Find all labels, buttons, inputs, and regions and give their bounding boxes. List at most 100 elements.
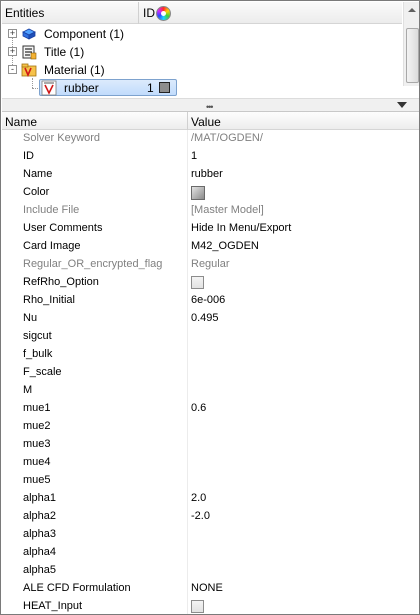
component-icon — [22, 28, 36, 40]
splitter-grip-icon[interactable]: ••• — [206, 102, 214, 112]
property-name: mue2 — [23, 420, 51, 432]
property-row[interactable]: mue3 — [2, 436, 419, 454]
property-name: alpha2 — [23, 510, 57, 522]
tree-item-label: Title (1) — [44, 45, 85, 59]
property-row[interactable]: mue4 — [2, 454, 419, 472]
property-row[interactable]: Name rubber — [2, 166, 419, 184]
property-row[interactable]: User Comments Hide In Menu/Export — [2, 220, 419, 238]
id-column-header[interactable]: ID — [143, 6, 155, 20]
property-name: RefRho_Option — [23, 276, 99, 288]
property-row[interactable]: sigcut — [2, 328, 419, 346]
property-row[interactable]: Color — [2, 184, 419, 202]
tree-vertical-scrollbar[interactable] — [403, 2, 419, 86]
material-icon — [41, 80, 57, 96]
column-divider[interactable] — [187, 112, 188, 130]
property-row[interactable]: alpha1 2.0 — [2, 490, 419, 508]
tree-item-label: Component (1) — [44, 27, 125, 41]
property-row[interactable]: alpha2 -2.0 — [2, 508, 419, 526]
property-name: ALE CFD Formulation — [23, 582, 131, 594]
property-value[interactable]: 1 — [191, 150, 197, 162]
property-name: User Comments — [23, 222, 103, 234]
property-name: mue5 — [23, 474, 51, 486]
property-value[interactable]: 2.0 — [191, 492, 206, 504]
column-divider[interactable] — [138, 2, 139, 24]
property-name: Color — [23, 186, 50, 198]
property-value[interactable]: NONE — [191, 582, 223, 594]
material-folder-icon — [21, 63, 37, 78]
collapse-icon[interactable]: - — [8, 65, 17, 74]
property-row[interactable]: ALE CFD Formulation NONE — [2, 580, 419, 598]
property-row[interactable]: Include File [Master Model] — [2, 202, 419, 220]
property-row[interactable]: mue2 — [2, 418, 419, 436]
property-row[interactable]: mue5 — [2, 472, 419, 490]
checkbox[interactable] — [191, 600, 204, 613]
scrollbar-thumb[interactable] — [406, 28, 419, 83]
property-name: alpha1 — [23, 492, 57, 504]
property-name: Nu — [23, 312, 38, 324]
property-name: F_scale — [23, 366, 62, 378]
color-wheel-icon[interactable] — [156, 6, 171, 21]
property-name: alpha4 — [23, 546, 57, 558]
tree-item-rubber[interactable]: rubber 1 — [2, 79, 402, 97]
entity-editor-window: Entities ID + Component (1) + Title (1) … — [0, 0, 420, 615]
property-name: alpha5 — [23, 564, 57, 576]
property-value: /MAT/OGDEN/ — [191, 132, 263, 144]
property-name: mue4 — [23, 456, 51, 468]
property-row[interactable]: mue1 0.6 — [2, 400, 419, 418]
property-value: Regular — [191, 258, 230, 270]
property-value[interactable]: M42_OGDEN — [191, 240, 259, 252]
property-row[interactable]: Nu 0.495 — [2, 310, 419, 328]
tree-item-label: rubber — [64, 81, 99, 95]
entities-column-header[interactable]: Entities — [5, 6, 44, 20]
scroll-up-arrow-icon[interactable] — [408, 8, 416, 12]
panel-splitter[interactable]: ••• — [2, 98, 419, 112]
property-table-header: Name Value — [2, 112, 419, 130]
color-picker-button[interactable] — [191, 186, 205, 200]
property-name: HEAT_Input — [23, 600, 83, 612]
property-name: Name — [23, 168, 53, 180]
collapse-arrow-icon[interactable] — [397, 102, 407, 108]
property-row[interactable]: alpha3 — [2, 526, 419, 544]
property-row[interactable]: Regular_OR_encrypted_flag Regular — [2, 256, 419, 274]
tree-item-title[interactable]: + Title (1) — [2, 43, 402, 61]
checkbox[interactable] — [191, 276, 204, 289]
tree-header: Entities ID — [2, 2, 402, 24]
property-name: Rho_Initial — [23, 294, 75, 306]
expand-icon[interactable]: + — [8, 47, 17, 56]
property-value[interactable]: 6e-006 — [191, 294, 225, 306]
entity-tree: Entities ID + Component (1) + Title (1) … — [2, 2, 419, 98]
property-value: [Master Model] — [191, 204, 264, 216]
property-name: M — [23, 384, 33, 396]
property-row[interactable]: ID 1 — [2, 148, 419, 166]
property-value[interactable]: -2.0 — [191, 510, 210, 522]
property-name: mue1 — [23, 402, 51, 414]
property-name: Solver Keyword — [23, 132, 101, 144]
selection-highlight — [39, 79, 177, 96]
property-row[interactable]: M — [2, 382, 419, 400]
property-row[interactable]: Card Image M42_OGDEN — [2, 238, 419, 256]
property-name: ID — [23, 150, 34, 162]
property-row[interactable]: alpha5 — [2, 562, 419, 580]
property-name: alpha3 — [23, 528, 57, 540]
property-row[interactable]: alpha4 — [2, 544, 419, 562]
name-column-header[interactable]: Name — [5, 115, 37, 129]
property-name: Regular_OR_encrypted_flag — [23, 258, 163, 270]
property-table: Solver Keyword/MAT/OGDEN/ID 1 Name rubber Co… — [2, 130, 419, 615]
property-row[interactable]: Solver Keyword/MAT/OGDEN/ — [2, 130, 419, 148]
property-name: mue3 — [23, 438, 51, 450]
property-value[interactable]: rubber — [191, 168, 223, 180]
property-value[interactable]: Hide In Menu/Export — [191, 222, 291, 234]
expand-icon[interactable]: + — [8, 29, 17, 38]
value-column-header[interactable]: Value — [191, 115, 221, 129]
entity-color-swatch[interactable] — [159, 82, 170, 93]
tree-item-material[interactable]: - Material (1) — [2, 61, 402, 79]
property-row[interactable]: HEAT_Input — [2, 598, 419, 615]
property-row[interactable]: Rho_Initial 6e-006 — [2, 292, 419, 310]
tree-item-label: Material (1) — [44, 63, 105, 77]
property-value[interactable]: 0.6 — [191, 402, 206, 414]
property-row[interactable]: RefRho_Option — [2, 274, 419, 292]
property-row[interactable]: F_scale — [2, 364, 419, 382]
property-value[interactable]: 0.495 — [191, 312, 219, 324]
property-row[interactable]: f_bulk — [2, 346, 419, 364]
tree-item-component[interactable]: + Component (1) — [2, 25, 402, 43]
